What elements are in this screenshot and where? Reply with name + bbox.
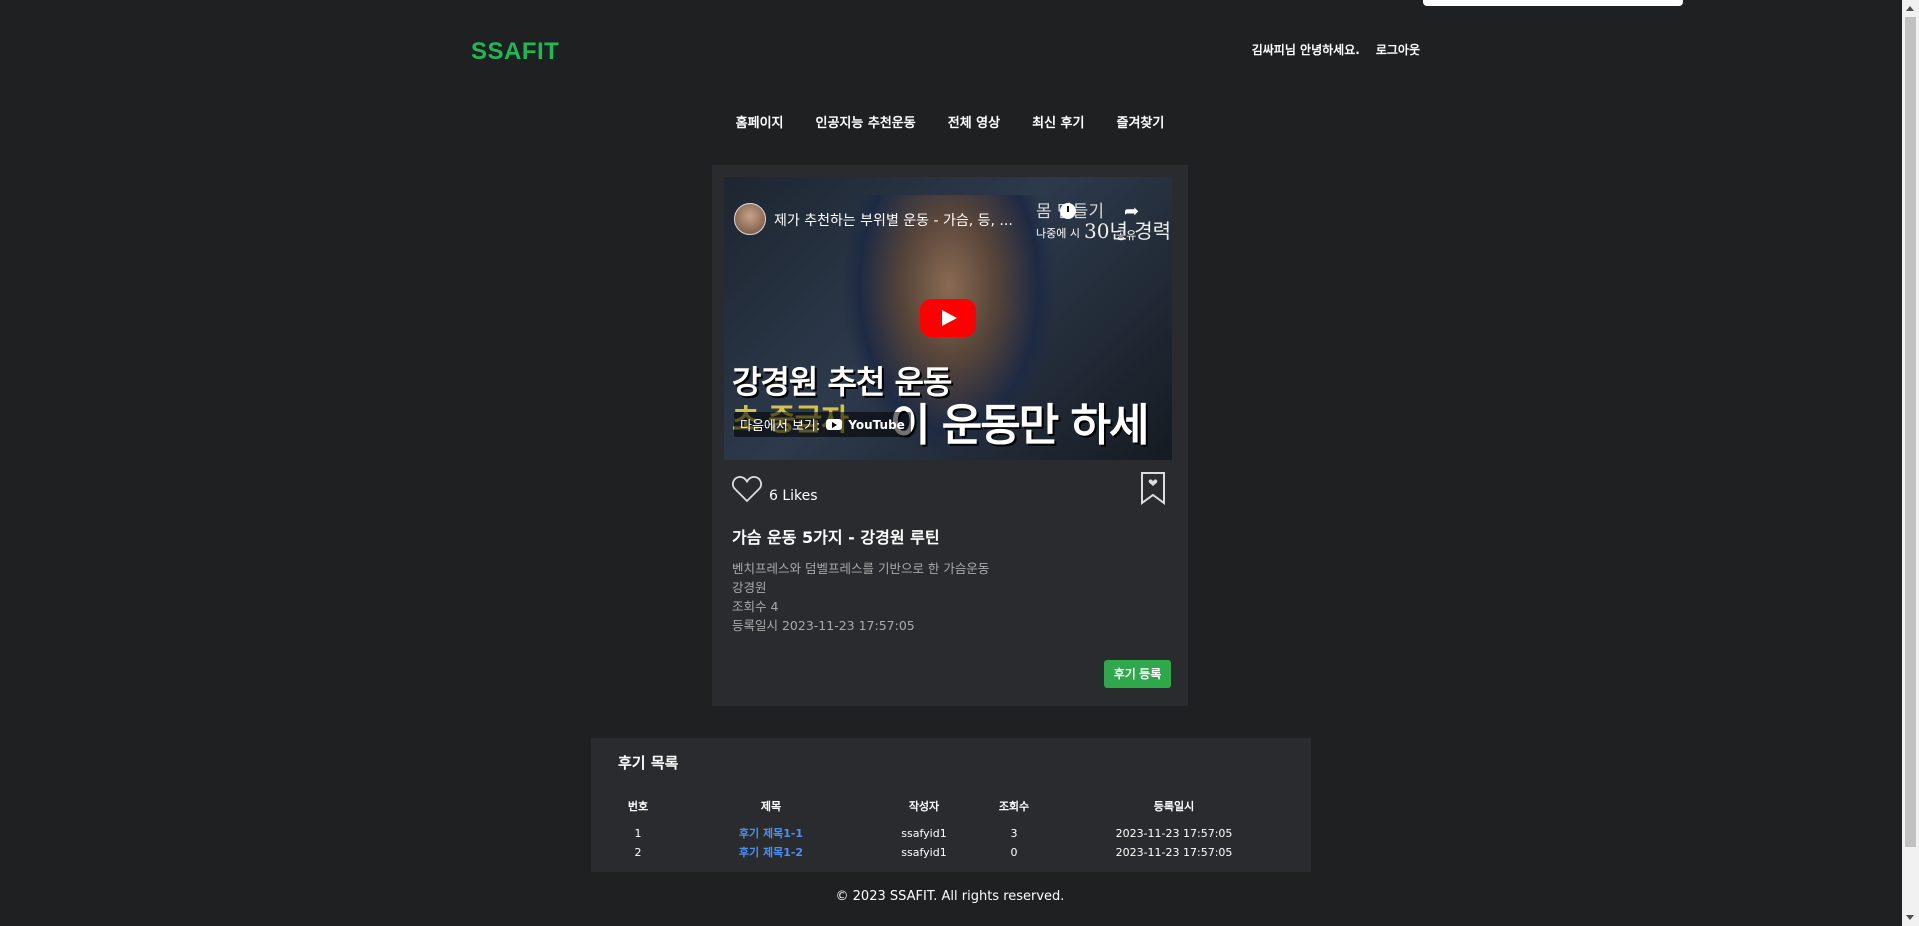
watch-on-label: 다음에서 보기: [740, 419, 821, 434]
youtube-wordmark: YouTube [848, 417, 905, 432]
column-header-date: 등록일시 [1153, 800, 1195, 813]
user-area: 김싸피님 안녕하세요. 로그아웃 [1252, 41, 1420, 58]
video-title: 가슴 운동 5가지 - 강경원 루틴 [732, 528, 940, 547]
row-date: 2023-11-23 17:57:05 [1115, 845, 1233, 859]
row-author: ssafyid1 [901, 826, 947, 840]
column-header-author: 작성자 [908, 800, 940, 813]
register-review-button[interactable]: 후기 등록 [1104, 660, 1171, 688]
row-number: 2 [634, 845, 642, 859]
row-number: 1 [634, 826, 642, 840]
scroll-up-arrow-icon[interactable] [1906, 6, 1914, 11]
column-header-title: 제목 [760, 800, 782, 813]
embed-video-title[interactable]: 제가 추천하는 부위별 운동 - 가슴, 등, ... [774, 210, 1024, 230]
channel-avatar[interactable] [734, 203, 766, 235]
watch-later-label: 나중에 시 [1036, 227, 1080, 240]
likes-count: 6 Likes [769, 488, 818, 504]
share-label: 공유 [1116, 229, 1137, 242]
column-header-views: 조회수 [998, 800, 1030, 813]
youtube-icon [826, 419, 843, 430]
nav-item-latest-reviews[interactable]: 최신 후기 [1032, 112, 1084, 131]
review-table: 번호 제목 작성자 조회수 등록일시 1 후기 제목1-1 ssafyid1 3… [608, 798, 1294, 861]
row-views: 0 [1010, 845, 1018, 859]
review-title-link[interactable]: 후기 제목1-1 [668, 823, 874, 842]
main-nav: 홈페이지 인공지능 추천운동 전체 영상 최신 후기 즐겨찾기 [0, 112, 1900, 131]
nav-item-favorites[interactable]: 즐겨찾기 [1116, 112, 1164, 131]
scrollbar-thumb[interactable] [1905, 17, 1916, 847]
row-views: 3 [1010, 826, 1018, 840]
nav-item-all-videos[interactable]: 전체 영상 [948, 112, 1000, 131]
review-table-header: 번호 제목 작성자 조회수 등록일시 [608, 798, 1294, 823]
footer-copyright: © 2023 SSAFIT. All rights reserved. [835, 889, 1065, 904]
nav-item-ai-recommend[interactable]: 인공지능 추천운동 [816, 112, 916, 131]
video-detail-card: 제가 추천하는 부위별 운동 - 가슴, 등, ... 몸 만들기 나중에 시 … [712, 165, 1188, 706]
video-description: 벤치프레스와 덤벨프레스를 기반으로 한 가슴운동 [732, 561, 990, 576]
clock-icon[interactable] [1060, 203, 1076, 219]
top-search-box-edge[interactable] [1423, 0, 1683, 6]
heart-icon[interactable] [732, 475, 762, 503]
row-date: 2023-11-23 17:57:05 [1115, 826, 1233, 840]
video-meta: 벤치프레스와 덤벨프레스를 기반으로 한 가슴운동 강경원 조회수 4 등록일시… [732, 559, 989, 635]
play-button[interactable] [920, 299, 976, 337]
video-registered-date: 등록일시 2023-11-23 17:57:05 [732, 618, 915, 633]
review-list-panel: 후기 목록 번호 제목 작성자 조회수 등록일시 1 후기 제목1-1 ssaf… [591, 738, 1311, 872]
scroll-down-arrow-icon[interactable] [1906, 915, 1914, 920]
thumbnail-headline-3: 이 운동만 하세요 [890, 400, 1150, 451]
review-list-heading: 후기 목록 [618, 754, 679, 772]
site-logo[interactable]: SSAFIT [471, 38, 559, 66]
review-title-link[interactable]: 후기 제목1-2 [668, 842, 874, 861]
video-views: 조회수 4 [732, 599, 779, 614]
table-row: 1 후기 제목1-1 ssafyid1 3 2023-11-23 17:57:0… [608, 823, 1294, 842]
vertical-scrollbar[interactable] [1902, 0, 1919, 926]
nav-item-home[interactable]: 홈페이지 [736, 112, 784, 131]
column-header-number: 번호 [627, 800, 649, 813]
bookmark-icon[interactable] [1140, 471, 1166, 505]
share-icon[interactable]: ➦ [1124, 201, 1139, 222]
greeting-text: 김싸피님 안녕하세요. [1251, 43, 1360, 57]
logout-link[interactable]: 로그아웃 [1376, 41, 1420, 58]
watch-on-youtube[interactable]: 다음에서 보기: YouTube [734, 412, 911, 437]
youtube-embed[interactable]: 제가 추천하는 부위별 운동 - 가슴, 등, ... 몸 만들기 나중에 시 … [724, 177, 1172, 460]
table-row: 2 후기 제목1-2 ssafyid1 0 2023-11-23 17:57:0… [608, 842, 1294, 861]
video-channel: 강경원 [732, 580, 767, 595]
row-author: ssafyid1 [901, 845, 947, 859]
